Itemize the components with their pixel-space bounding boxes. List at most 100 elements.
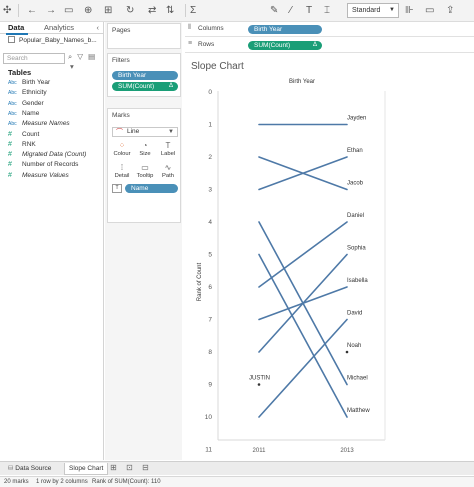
search-icon[interactable]: ⌕	[68, 52, 72, 61]
save-icon[interactable]: ▭	[64, 3, 73, 18]
field-item[interactable]: # Migrated Data (Count)	[8, 150, 86, 160]
filters-card[interactable]: Filters Birth Year SUM(Count) Δ	[107, 53, 181, 97]
tables-title: Tables	[8, 68, 32, 77]
columns-icon: ⫴	[188, 24, 191, 31]
filter-pill-label: Birth Year	[118, 72, 147, 79]
collapse-pane-icon[interactable]: ‹	[97, 23, 100, 32]
highlight-icon[interactable]: ✎	[270, 3, 278, 18]
rows-pill-sum-count[interactable]: SUM(Count) Δ	[248, 41, 322, 50]
sort-asc-icon[interactable]: ⇅	[166, 3, 174, 18]
path-icon: ∿	[164, 163, 172, 172]
label-icon: T	[165, 141, 171, 150]
series-label-jayden: Jayden	[347, 116, 366, 122]
mark-button-path[interactable]: ∿ Path	[158, 162, 178, 182]
tableau-logo-icon[interactable]: ✣	[3, 3, 11, 18]
fix-axes-icon[interactable]: ⌶	[324, 3, 330, 18]
delta-icon: Δ	[168, 83, 173, 89]
new-datasource-icon[interactable]: ⊕	[84, 3, 92, 18]
status-sum: Rank of SUM(Count): 110	[92, 479, 161, 485]
pane-tabs: Data Analytics ‹	[0, 22, 103, 35]
field-item[interactable]: # Number of Records	[8, 160, 78, 170]
search-input[interactable]: Search	[3, 53, 65, 64]
view-options-icon[interactable]: ▤	[88, 52, 95, 61]
y-tick-label: 7	[208, 317, 212, 324]
string-type-icon: Abc	[8, 100, 17, 107]
back-arrow-icon[interactable]: ←	[27, 3, 37, 18]
mark-button-size[interactable]: ◔ Size	[135, 140, 155, 160]
y-tick-label: 1	[208, 122, 212, 129]
y-tick-label: 11	[205, 447, 212, 454]
status-rows-cols: 1 row by 2 columns	[36, 479, 88, 485]
string-type-icon: Abc	[8, 121, 17, 128]
swap-icon[interactable]: ⇄	[148, 3, 156, 18]
annotate-icon[interactable]: ⁄	[290, 3, 292, 18]
mark-type-select[interactable]: ⌒ Line ▼	[112, 127, 178, 137]
new-story-icon[interactable]: ⊟	[142, 463, 149, 472]
series-label-david: David	[347, 311, 362, 317]
toolbar: ✣ ← → ▭ ⊕ ⊞ ↻ ⇄ ⇅ Σ ✎ ⁄ T ⌶ Standard ▼ ⊪…	[0, 0, 474, 22]
field-label: Count	[22, 130, 40, 138]
field-item[interactable]: Abc Measure Names	[8, 119, 70, 129]
field-label: Name	[22, 109, 40, 117]
refresh-icon[interactable]: ↻	[126, 3, 134, 18]
mark-button-detail[interactable]: ⁞ Detail	[112, 162, 132, 182]
series-label-daniel: Daniel	[347, 213, 364, 219]
filter-pill-sum-count[interactable]: SUM(Count) Δ	[112, 82, 178, 91]
label-icon[interactable]: T	[306, 3, 312, 18]
presentation-icon[interactable]: ▭	[425, 3, 434, 18]
series-label-noah: Noah	[347, 343, 361, 349]
rows-pill-label: SUM(Count)	[254, 42, 291, 49]
string-type-icon: Abc	[8, 110, 17, 117]
series-point-noah	[345, 350, 349, 354]
datasource-icon	[8, 36, 15, 43]
detail-pill-name[interactable]: Name	[125, 184, 178, 193]
columns-shelf[interactable]: ⫴ Columns Birth Year	[185, 22, 474, 37]
slope-chart[interactable]: 0 1 2 3 4 5 6 7 8 9 10 11 2011 2013 Jayden Ethan Jacob Da…	[185, 54, 474, 460]
field-item[interactable]: # Count	[8, 130, 39, 140]
chevron-down-icon[interactable]: ▾	[70, 62, 74, 71]
field-item[interactable]: Abc Gender	[8, 99, 44, 109]
columns-pill-birth-year[interactable]: Birth Year	[248, 25, 322, 34]
fit-select[interactable]: Standard ▼	[347, 3, 399, 18]
field-label: Ethnicity	[22, 89, 47, 97]
mark-button-tooltip[interactable]: ▭ Tooltip	[135, 162, 155, 182]
mark-button-label: Detail	[114, 173, 130, 179]
totals-icon[interactable]: Σ	[190, 3, 196, 18]
field-item[interactable]: Abc Birth Year	[8, 78, 50, 88]
new-dashboard-icon[interactable]: ⊡	[126, 463, 133, 472]
datasource-item[interactable]: Popular_Baby_Names_b...	[8, 36, 97, 44]
toolbar-divider	[185, 4, 186, 17]
share-icon[interactable]: ⇪	[446, 3, 454, 18]
field-item[interactable]: # RNK	[8, 140, 36, 150]
forward-arrow-icon[interactable]: →	[46, 3, 56, 18]
mark-button-label[interactable]: T Label	[158, 140, 178, 160]
viz-area: Slope Chart Birth Year Rank of Count 012…	[185, 54, 474, 460]
data-pane: Data Analytics ‹ Popular_Baby_Names_b...…	[0, 22, 104, 460]
pages-card[interactable]: Pages	[107, 23, 181, 49]
y-tick-label: 2	[208, 154, 212, 161]
chevron-down-icon: ▼	[389, 7, 395, 13]
show-me-icon[interactable]: ⊪	[405, 3, 414, 18]
tab-analytics[interactable]: Analytics	[44, 23, 74, 32]
tab-data[interactable]: Data	[5, 23, 29, 35]
status-bar: 20 marks 1 row by 2 columns Rank of SUM(…	[0, 476, 474, 487]
field-item[interactable]: Abc Ethnicity	[8, 88, 47, 98]
detail-icon: T	[112, 184, 122, 193]
new-worksheet-icon[interactable]: ⊞	[110, 463, 117, 472]
measure-type-icon: #	[8, 151, 12, 159]
field-item[interactable]: # Measure Values	[8, 171, 69, 181]
rows-shelf[interactable]: ≡ Rows SUM(Count) Δ	[185, 38, 474, 53]
filter-icon[interactable]: ▽	[77, 52, 83, 61]
filter-pill-birth-year[interactable]: Birth Year	[112, 71, 178, 80]
series-label-michael: Michael	[347, 376, 368, 382]
field-item[interactable]: Abc Name	[8, 109, 39, 119]
y-tick-label: 4	[208, 219, 212, 226]
series-label-isabella: Isabella	[347, 278, 368, 284]
columns-pill-label: Birth Year	[254, 26, 283, 33]
rows-icon: ≡	[188, 40, 193, 47]
pause-icon[interactable]: ⊞	[104, 3, 112, 18]
tab-data-source[interactable]: ⛁ Data Source	[4, 463, 55, 475]
tab-slope-chart[interactable]: Slope Chart	[64, 463, 109, 475]
mark-button-label: Label	[160, 151, 176, 157]
mark-button-colour[interactable]: ⁘ Colour	[112, 140, 132, 160]
